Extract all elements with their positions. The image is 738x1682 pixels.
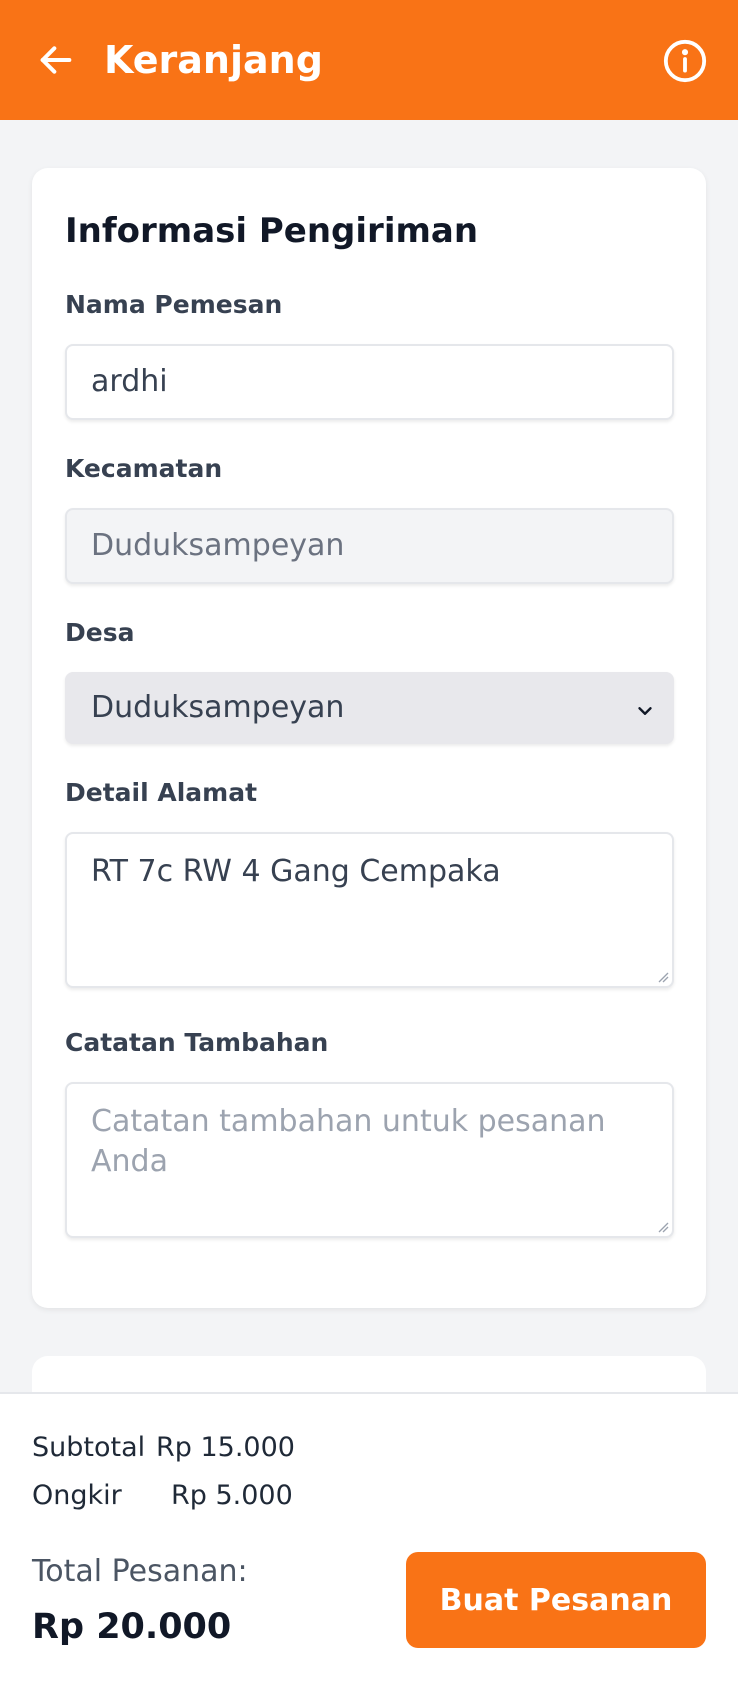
app-bar: Keranjang — [0, 0, 738, 120]
place-order-label: Buat Pesanan — [439, 1582, 673, 1618]
resize-handle-icon[interactable] — [657, 971, 669, 983]
district-input: Duduksampeyan — [65, 508, 674, 584]
notes-textarea[interactable]: Catatan tambahan untuk pesanan Anda — [65, 1082, 674, 1238]
district-input-value: Duduksampeyan — [91, 528, 345, 563]
address-textarea-value: RT 7c RW 4 Gang Cempaka — [91, 854, 501, 889]
arrow-left-icon — [40, 46, 72, 74]
shipping-cost-label: Ongkir — [32, 1480, 122, 1511]
village-select[interactable]: Duduksampeyan — [65, 672, 674, 744]
notes-label: Catatan Tambahan — [65, 1028, 329, 1057]
info-button[interactable] — [662, 38, 708, 84]
place-order-button[interactable]: Buat Pesanan — [406, 1552, 706, 1648]
address-textarea[interactable]: RT 7c RW 4 Gang Cempaka — [65, 832, 674, 988]
subtotal-value: Rp 15.000 — [156, 1432, 295, 1463]
name-input[interactable]: ardhi — [65, 344, 674, 420]
page-title: Keranjang — [104, 38, 323, 82]
cart-screen: Keranjang Informasi Pengiriman Nama Peme… — [0, 0, 738, 1682]
section-title: Informasi Pengiriman — [65, 211, 479, 251]
district-label: Kecamatan — [65, 454, 223, 483]
chevron-down-icon — [638, 707, 652, 715]
back-button[interactable] — [34, 38, 78, 82]
shipping-info-card: Informasi Pengiriman Nama Pemesan ardhi … — [32, 168, 706, 1308]
total-label: Total Pesanan: — [32, 1554, 248, 1589]
resize-handle-icon[interactable] — [657, 1221, 669, 1233]
info-icon — [663, 39, 707, 83]
order-summary-bar: Subtotal Rp 15.000 Ongkir Rp 5.000 Total… — [0, 1392, 738, 1682]
village-select-value: Duduksampeyan — [91, 690, 345, 725]
subtotal-label: Subtotal — [32, 1432, 146, 1463]
notes-placeholder: Catatan tambahan untuk pesanan Anda — [91, 1104, 606, 1179]
shipping-cost-value: Rp 5.000 — [171, 1480, 293, 1511]
village-label: Desa — [65, 618, 135, 647]
name-label: Nama Pemesan — [65, 290, 283, 319]
address-label: Detail Alamat — [65, 778, 258, 807]
total-value: Rp 20.000 — [32, 1607, 232, 1647]
name-input-value: ardhi — [91, 364, 168, 399]
